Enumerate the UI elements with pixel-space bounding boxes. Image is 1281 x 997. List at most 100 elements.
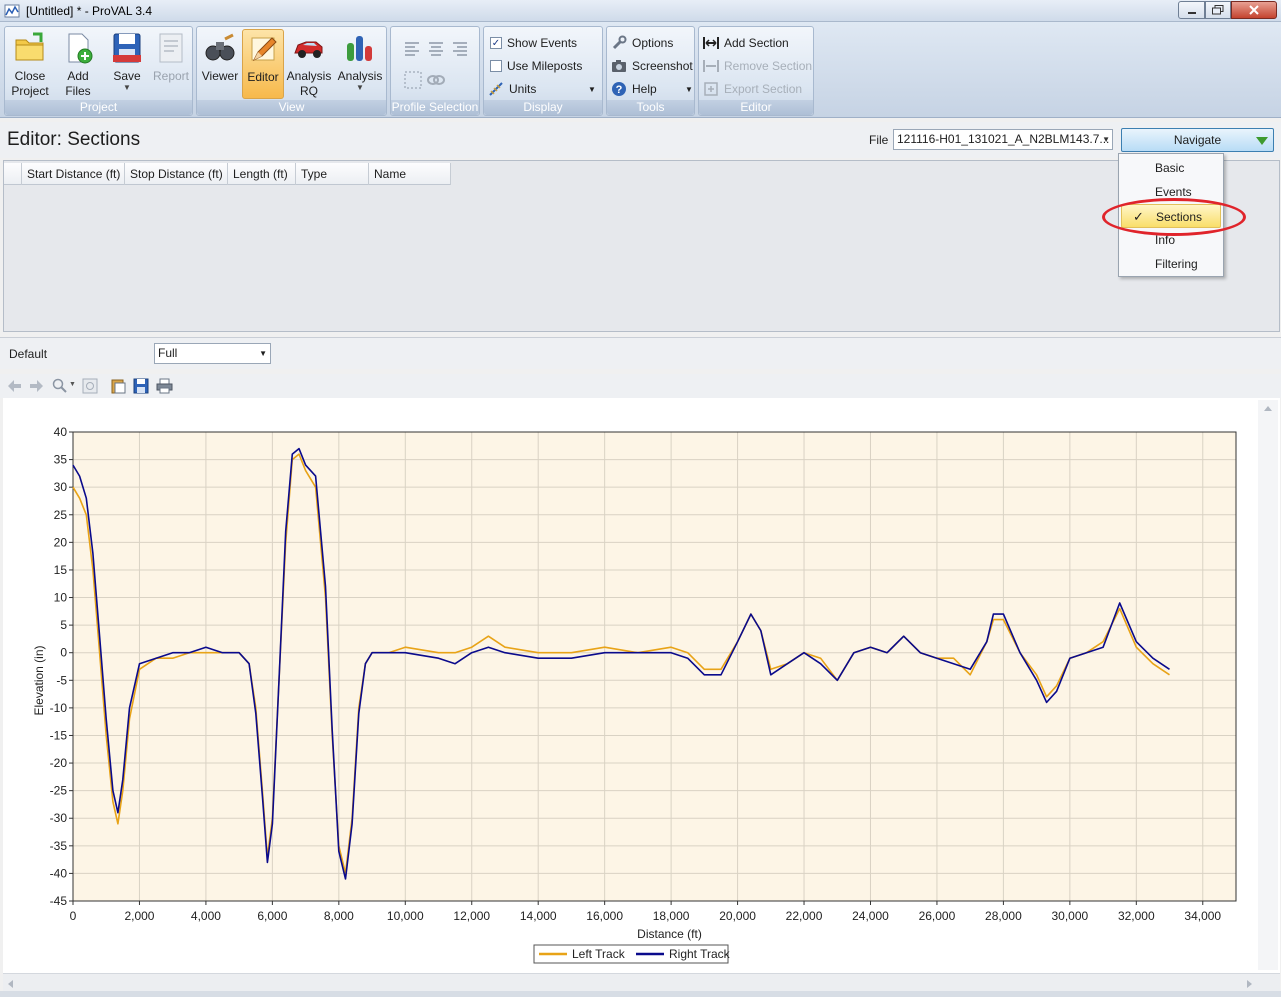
column-header[interactable]: Name [369,163,451,185]
x-tick-label: 24,000 [852,909,889,923]
plot-area [72,431,1237,902]
units-label: Units [509,82,537,96]
y-tick-label: 25 [54,508,68,522]
analysis-rq-button[interactable]: Analysis RQ [285,29,333,99]
file-select[interactable]: 121116-H01_131021_A_N2BLM143.7... ▼ [893,129,1113,150]
help-button[interactable]: ? Help ▼ [611,79,693,99]
default-select-value: Full [158,346,178,360]
show-events-check[interactable]: ✓ [490,37,502,49]
menu-item-label: Events [1155,185,1192,199]
save-button[interactable]: Save ▼ [105,29,149,99]
minimize-icon [1187,12,1196,14]
ribbon: Close Project Add Files Save ▼ Report Pr… [0,22,1281,118]
report-button[interactable]: Report [149,29,193,99]
dropdown-triangle-icon [1256,137,1268,145]
vertical-scrollbar[interactable] [1258,400,1278,970]
chevron-down-icon: ▼ [259,349,267,358]
display-group: ✓ Show Events Use Mileposts Units ▼ Disp… [483,26,603,116]
save-image-icon[interactable] [133,378,150,394]
legend-label: Left Track [572,947,626,961]
units-dropdown-arrow[interactable]: ▼ [588,85,596,94]
select-box-icon[interactable] [404,71,422,89]
print-icon[interactable] [156,378,173,394]
back-arrow-icon[interactable] [6,378,23,394]
window-controls [1178,1,1277,20]
default-row: Default Full ▼ [0,337,1281,369]
screenshot-button[interactable]: Screenshot [611,56,693,76]
help-dropdown-arrow[interactable]: ▼ [685,85,693,94]
page-title: Editor: Sections [7,129,141,150]
help-icon: ? [612,82,626,96]
menu-item-label: Filtering [1155,257,1198,271]
menu-item-filtering[interactable]: Filtering [1119,252,1223,276]
column-header[interactable]: Start Distance (ft) [22,163,125,185]
y-tick-label: 5 [60,618,67,632]
align-right-icon[interactable] [450,41,468,57]
x-tick-label: 8,000 [324,909,354,923]
x-tick-label: 28,000 [985,909,1022,923]
add-files-button[interactable]: Add Files [53,29,103,99]
add-section-button[interactable]: Add Section [703,33,789,53]
display-group-label: Display [484,100,602,115]
x-tick-label: 16,000 [586,909,623,923]
align-left-icon[interactable] [404,41,422,57]
zoom-icon[interactable] [52,378,69,394]
save-dropdown-arrow[interactable]: ▼ [105,84,149,92]
column-header[interactable]: Type [296,163,369,185]
export-section-button[interactable]: Export Section [703,79,802,99]
scroll-left-icon[interactable] [6,979,14,989]
restore-icon [1212,5,1224,15]
car-icon [294,41,323,58]
forward-arrow-icon[interactable] [28,378,45,394]
clipboard-icon[interactable] [110,378,127,394]
column-header[interactable]: Length (ft) [228,163,296,185]
legend-label: Right Track [669,947,731,961]
maximize-button[interactable] [1205,1,1231,19]
x-tick-label: 20,000 [719,909,756,923]
x-tick-label: 22,000 [786,909,823,923]
menu-item-basic[interactable]: Basic [1119,156,1223,180]
tools-group: Options Screenshot ? Help ▼ Tools [606,26,695,116]
close-project-button[interactable]: Close Project [7,29,53,99]
navigate-button[interactable]: Navigate [1121,128,1274,152]
project-group: Close Project Add Files Save ▼ Report Pr… [4,26,193,116]
add-files-label: Add Files [65,69,91,98]
analysis-dropdown-arrow[interactable]: ▼ [336,84,384,92]
options-button[interactable]: Options [611,33,673,53]
binoculars-icon [205,33,235,61]
default-select[interactable]: Full ▼ [154,343,271,364]
elevation-chart[interactable]: 0 2,000 4,000 6,000 8,000 10,000 12,000 14,000 1… [0,398,1258,973]
scroll-up-icon[interactable] [1263,404,1273,412]
use-mileposts-checkbox[interactable]: Use Mileposts [490,56,582,76]
horizontal-scrollbar[interactable] [3,973,1280,991]
x-tick-label: 10,000 [387,909,424,923]
scroll-right-icon[interactable] [1246,979,1254,989]
y-tick-label: -40 [50,866,68,880]
link-icon[interactable] [427,73,445,87]
y-tick-label: -45 [50,894,68,908]
x-tick-label: 4,000 [191,909,221,923]
zoom-dropdown-arrow[interactable]: ▼ [69,381,76,388]
show-events-checkbox[interactable]: ✓ Show Events [490,33,577,53]
use-mileposts-check[interactable] [490,60,502,72]
status-bar [0,991,1281,997]
folder-icon [15,32,44,61]
analysis-button[interactable]: Analysis ▼ [336,29,384,99]
view-group-label: View [197,100,386,115]
align-center-icon[interactable] [427,41,445,57]
viewer-button[interactable]: Viewer [199,29,241,99]
zoom-fit-icon[interactable] [82,378,99,394]
remove-section-button[interactable]: Remove Section [703,56,812,76]
column-header[interactable]: Stop Distance (ft) [125,163,228,185]
report-label: Report [152,69,190,83]
tools-group-label: Tools [607,100,694,115]
report-icon [159,33,183,63]
editor-button[interactable]: Editor [242,29,284,99]
units-button[interactable]: Units ▼ [488,79,596,99]
sections-grid[interactable]: Start Distance (ft) Stop Distance (ft) L… [3,160,1280,332]
minimize-button[interactable] [1178,1,1205,19]
y-tick-label: -25 [50,784,68,798]
close-project-label-1: Close [14,69,46,83]
close-window-button[interactable] [1231,1,1277,19]
screenshot-label: Screenshot [632,59,693,73]
